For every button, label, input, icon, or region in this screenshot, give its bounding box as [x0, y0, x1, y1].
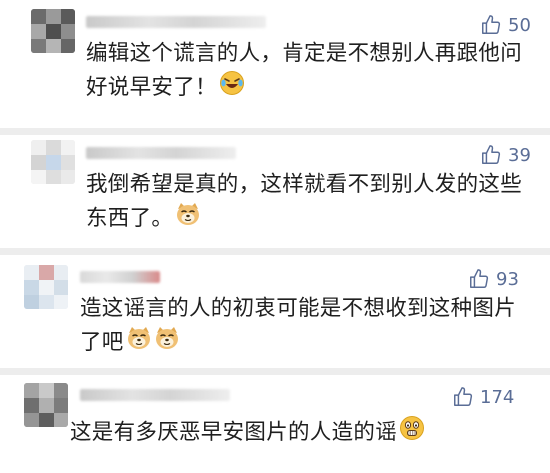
comment-line-text: 好说早安了！ — [86, 75, 217, 100]
like-count: 93 — [496, 268, 519, 290]
avatar[interactable] — [31, 9, 75, 53]
comment-line-text: 东西了。 — [86, 206, 174, 231]
comment-card-3: 93 造这谣言的人的初衷可能是不想收到这种图片 了吧 — [0, 255, 550, 368]
like-button[interactable]: 93 — [468, 268, 519, 290]
thumbs-up-icon — [470, 269, 489, 288]
separator — [0, 248, 550, 255]
comment-line-2: 了吧 — [80, 325, 546, 361]
comment-text: 造这谣言的人的初衷可能是不想收到这种图片 了吧 — [80, 293, 546, 361]
avatar[interactable] — [24, 265, 68, 309]
comment-line: 编辑这个谎言的人，肯定是不想别人再跟他问 — [86, 41, 523, 66]
avatar[interactable] — [24, 383, 68, 427]
comment-text: 编辑这个谎言的人，肯定是不想别人再跟他问 好说早安了！ — [86, 38, 546, 106]
laughing-crying-emoji — [219, 70, 245, 106]
comment-text: 这是有多厌恶早安图片的人造的谣 — [70, 415, 546, 451]
like-count: 50 — [508, 14, 531, 36]
comment-line: 我倒希望是真的，这样就看不到别人发的这些 — [86, 172, 523, 197]
comment-line-2: 好说早安了！ — [86, 70, 546, 106]
like-button[interactable]: 39 — [480, 144, 531, 166]
like-button[interactable]: 50 — [480, 14, 531, 36]
username-blurred[interactable] — [80, 389, 230, 401]
username-blurred[interactable] — [80, 271, 160, 283]
thumbs-up-icon — [454, 387, 473, 406]
comment-card-2: 39 我倒希望是真的，这样就看不到别人发的这些 东西了。 — [0, 135, 550, 248]
comment-text: 我倒希望是真的，这样就看不到别人发的这些 东西了。 — [86, 169, 546, 237]
comment-line: 造这谣言的人的初衷可能是不想收到这种图片 — [80, 296, 517, 321]
doge-emoji — [154, 325, 180, 361]
thumbs-up-icon — [482, 145, 501, 164]
like-count: 174 — [480, 386, 515, 408]
like-button[interactable]: 174 — [452, 386, 514, 408]
username-blurred[interactable] — [86, 16, 266, 28]
username-blurred[interactable] — [86, 147, 236, 159]
avatar[interactable] — [31, 140, 75, 184]
comment-line: 这是有多厌恶早安图片的人造的谣 — [70, 415, 546, 451]
comment-line-text: 了吧 — [80, 330, 124, 355]
comment-line-2: 东西了。 — [86, 201, 546, 237]
comment-line-text: 这是有多厌恶早安图片的人造的谣 — [70, 420, 398, 445]
like-count: 39 — [508, 144, 531, 166]
comment-card-4: 174 这是有多厌恶早安图片的人造的谣 — [0, 375, 550, 473]
thumbs-up-icon — [482, 15, 501, 34]
separator — [0, 368, 550, 375]
separator — [0, 128, 550, 135]
doge-emoji — [175, 201, 201, 237]
surprised-face-emoji — [399, 415, 425, 451]
comment-card-1: 50 编辑这个谎言的人，肯定是不想别人再跟他问 好说早安了！ — [0, 0, 550, 128]
doge-emoji — [126, 325, 152, 361]
